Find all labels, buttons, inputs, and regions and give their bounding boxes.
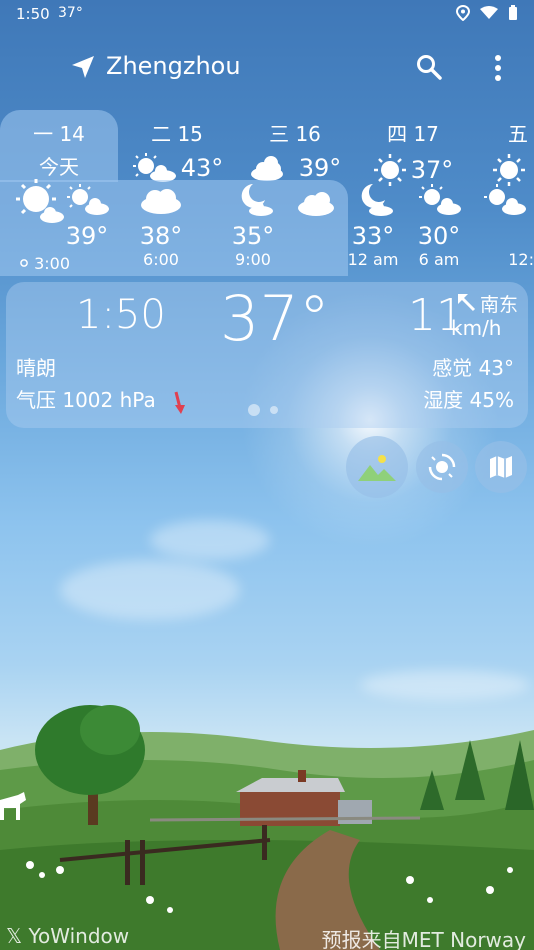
sun-cloud-icon — [67, 184, 109, 215]
hour-item[interactable]: 12: — [474, 180, 534, 269]
hour-item[interactable]: 33° 12 am — [338, 180, 408, 269]
hour-item[interactable]: 35° 9:00 — [218, 180, 288, 269]
battery-icon — [509, 5, 517, 20]
current-weather-card[interactable]: 1:50 37° 11 南东 km/h 晴朗 感觉 43° 气压 1002 hP… — [6, 282, 528, 428]
more-menu-icon[interactable] — [490, 54, 506, 82]
feels-like: 感觉 43° — [432, 356, 514, 380]
cloud-wisp — [360, 670, 530, 700]
wifi-icon — [480, 6, 498, 19]
hour-time: 12 am — [347, 250, 399, 269]
day-label: 二 15 — [151, 122, 203, 146]
forecast-source[interactable]: 预报来自MET Norway — [322, 924, 526, 950]
condition-text: 晴朗 — [16, 356, 56, 380]
landscape-button[interactable] — [346, 436, 408, 498]
hour-temp: 39° — [65, 222, 109, 250]
moon-cloud-icon — [361, 184, 393, 216]
hour-time: 12: — [508, 250, 534, 269]
location-arrow-icon[interactable] — [70, 54, 96, 80]
pressure-trend-icon — [174, 391, 185, 414]
landscape-icon — [358, 455, 396, 481]
hour-time: 9:00 — [235, 250, 271, 269]
hour-temp: 33° — [351, 222, 395, 250]
hour-time: 6 am — [418, 250, 460, 269]
hour-temp: 35° — [231, 222, 275, 250]
day-tab[interactable]: 二 15 43° — [118, 110, 236, 182]
header: Zhengzhou — [0, 40, 534, 94]
page-indicator — [248, 404, 278, 416]
sun-cloud-icon — [484, 184, 526, 215]
current-time: 1:50 — [76, 292, 166, 338]
map-icon — [490, 456, 512, 478]
day-tabs: 一 14 今天 二 15 43° 三 16 39° 四 17 37° 五 — [0, 110, 534, 186]
day-label: 四 17 — [387, 122, 439, 146]
status-time: 1:50 — [16, 5, 50, 23]
cloud-icon — [298, 192, 334, 216]
hour-temp: 38° — [139, 222, 183, 250]
wind-unit: km/h — [451, 316, 502, 340]
cloud-wisp — [60, 560, 240, 620]
day-temp: 39° — [298, 154, 342, 182]
day-tab[interactable]: 五 — [472, 110, 534, 186]
cloud-wisp — [150, 520, 270, 560]
humidity: 湿度 45% — [423, 388, 514, 412]
wind-direction-arrow-icon — [458, 294, 476, 312]
status-temp-badge: 37° — [58, 5, 83, 21]
now-indicator-icon — [20, 259, 28, 267]
today-label: 今天 — [39, 155, 79, 179]
day-label: 三 16 — [269, 122, 321, 146]
brand-name: YoWindow — [28, 924, 130, 948]
sun-spin-icon — [428, 453, 456, 481]
weather-effects-button[interactable] — [416, 441, 468, 493]
day-tab[interactable]: 三 16 39° — [236, 110, 354, 182]
sun-cloud-icon — [419, 184, 461, 215]
wind-direction: 南东 — [480, 294, 519, 316]
day-tab[interactable]: 四 17 37° — [354, 110, 472, 186]
brand-x-icon: 𝕏 — [6, 924, 29, 948]
hour-item[interactable]: 30° 6 am — [404, 180, 474, 269]
cloud-icon — [141, 189, 181, 214]
pressure: 气压 1002 hPa — [16, 388, 156, 412]
hour-time: 3:00 — [34, 253, 70, 273]
sun-cloud-icon — [132, 153, 176, 182]
page-dot — [270, 406, 278, 414]
hour-item[interactable]: 38° 6:00 — [126, 180, 196, 269]
day-label: 五 — [508, 122, 528, 146]
landscape-illustration — [0, 705, 534, 950]
location-status-icon — [456, 5, 470, 21]
hour-item[interactable]: 39° — [52, 180, 122, 250]
sun-cloud-icon — [250, 156, 283, 181]
day-temp: 43° — [180, 154, 224, 182]
hour-time: 6:00 — [143, 250, 179, 269]
day-label: 一 14 — [33, 122, 85, 146]
hour-temp: 30° — [417, 222, 461, 250]
moon-cloud-icon — [241, 184, 273, 216]
search-icon[interactable] — [416, 54, 442, 80]
brand-logo: 𝕏 YoWindow — [6, 924, 129, 948]
city-name[interactable]: Zhengzhou — [106, 52, 241, 80]
status-bar: 1:50 37° — [0, 0, 534, 28]
map-button[interactable] — [475, 441, 527, 493]
page-dot-active — [248, 404, 260, 416]
day-tab-today[interactable]: 一 14 今天 — [0, 110, 118, 182]
current-temperature: 37° — [220, 282, 330, 355]
